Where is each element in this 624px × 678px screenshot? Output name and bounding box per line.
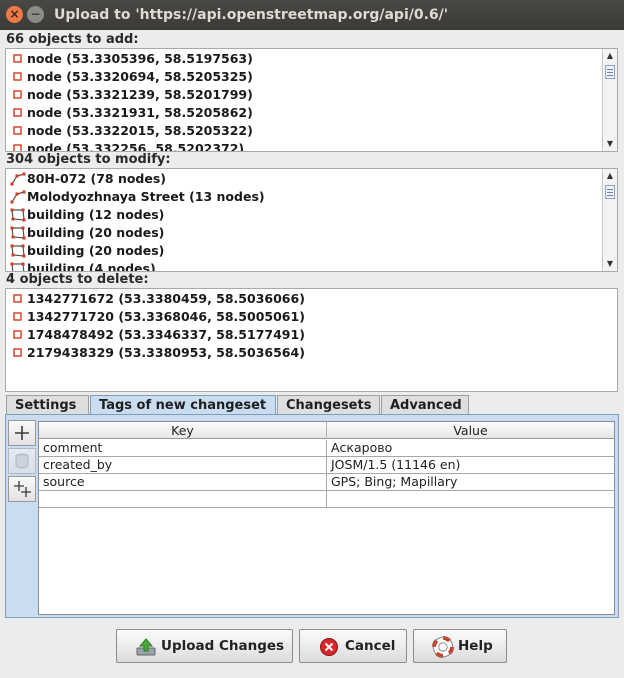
cancel-button[interactable]: Cancel	[299, 629, 407, 663]
list-item-label: node (53.3321239, 58.5201799)	[27, 87, 253, 102]
delete-list[interactable]: 1342771672 (53.3380459, 58.5036066) 1342…	[5, 288, 618, 392]
closed-way-icon	[10, 262, 26, 271]
table-header: Key Value	[39, 422, 614, 439]
tag-value-cell[interactable]	[327, 491, 614, 508]
table-row[interactable]: source GPS; Bing; Mapillary	[39, 474, 614, 491]
node-icon	[10, 142, 26, 151]
minimize-window-button[interactable]: −	[27, 6, 44, 23]
plus-icon	[15, 426, 29, 440]
tag-value-cell[interactable]: JOSM/1.5 (11146 en)	[327, 457, 614, 474]
tag-key-cell[interactable]: created_by	[39, 457, 327, 474]
node-icon	[10, 70, 26, 84]
tag-key-cell[interactable]	[39, 491, 327, 508]
node-icon	[10, 106, 26, 120]
window-title: Upload to 'https://api.openstreetmap.org…	[54, 7, 449, 23]
table-row[interactable]	[39, 491, 614, 508]
list-item-label: building (20 nodes)	[27, 225, 165, 240]
node-icon	[10, 124, 26, 138]
node-icon	[10, 52, 26, 66]
title-bar: × − Upload to 'https://api.openstreetmap…	[0, 0, 624, 30]
close-window-button[interactable]: ×	[6, 6, 23, 23]
modify-section-label: 304 objects to modify:	[6, 152, 171, 167]
tag-key-cell[interactable]: source	[39, 474, 327, 491]
scroll-down-arrow-icon[interactable]: ▼	[603, 258, 617, 270]
delete-tag-button[interactable]	[8, 448, 36, 474]
list-item-label: 80H-072 (78 nodes)	[27, 171, 167, 186]
list-item-label: Molodyozhnaya Street (13 nodes)	[27, 189, 265, 204]
tags-table[interactable]: Key Value comment Аскарово created_by JO…	[38, 421, 615, 615]
closed-way-icon	[10, 244, 26, 258]
closed-way-icon	[10, 208, 26, 222]
tab-advanced[interactable]: Advanced	[381, 395, 469, 415]
column-header-key[interactable]: Key	[39, 422, 327, 439]
list-item-label: 2179438329 (53.3380953, 58.5036564)	[27, 345, 305, 360]
node-icon	[10, 328, 26, 342]
node-icon	[10, 310, 26, 324]
column-header-value[interactable]: Value	[327, 422, 614, 439]
scrollbar-thumb[interactable]	[605, 65, 615, 79]
scrollbar-thumb[interactable]	[605, 185, 615, 199]
table-row[interactable]: created_by JOSM/1.5 (11146 en)	[39, 457, 614, 474]
tag-key-cell[interactable]: comment	[39, 440, 327, 457]
cancel-label: Cancel	[345, 638, 396, 654]
scroll-down-arrow-icon[interactable]: ▼	[603, 138, 617, 150]
node-icon	[10, 346, 26, 360]
tags-panel: Key Value comment Аскарово created_by JO…	[5, 414, 619, 618]
list-item-label: node (53.3322015, 58.5205322)	[27, 123, 253, 138]
node-icon	[10, 88, 26, 102]
add-tag-button[interactable]	[8, 420, 36, 446]
closed-way-icon	[10, 226, 26, 240]
upload-changes-label: Upload Changes	[161, 638, 285, 654]
table-row[interactable]: comment Аскарово	[39, 440, 614, 457]
list-item-label: building (4 nodes)	[27, 261, 156, 272]
add-list-scrollbar[interactable]: ▲ ▼	[602, 49, 617, 151]
tab-settings[interactable]: Settings	[6, 395, 89, 415]
tab-changesets[interactable]: Changesets	[277, 395, 380, 415]
modify-list[interactable]: 80H-072 (78 nodes) Molodyozhnaya Street …	[5, 168, 618, 272]
add-section-label: 66 objects to add:	[6, 32, 139, 47]
list-item-label: node (53.3305396, 58.5197563)	[27, 51, 253, 66]
add-list[interactable]: node (53.3305396, 58.5197563) node (53.3…	[5, 48, 618, 152]
modify-list-scrollbar[interactable]: ▲ ▼	[602, 169, 617, 271]
list-item-label: node (53.3321931, 58.5205862)	[27, 105, 253, 120]
way-icon	[10, 190, 26, 204]
tag-value-cell[interactable]: GPS; Bing; Mapillary	[327, 474, 614, 491]
scroll-up-arrow-icon[interactable]: ▲	[603, 170, 617, 182]
tag-value-cell[interactable]: Аскарово	[327, 440, 614, 457]
list-item-label: building (12 nodes)	[27, 207, 165, 222]
upload-changes-button[interactable]: Upload Changes	[116, 629, 293, 663]
list-item-label: node (53.3320694, 58.5205325)	[27, 69, 253, 84]
help-lifebuoy-icon	[432, 636, 454, 658]
list-item-label: 1342771720 (53.3368046, 58.5005061)	[27, 309, 305, 324]
help-label: Help	[458, 638, 493, 654]
node-icon	[10, 292, 26, 306]
way-icon	[10, 172, 26, 186]
trash-icon	[15, 453, 29, 469]
list-item-label: node (53.332256, 58.5202372)	[27, 141, 245, 152]
list-item-label: building (20 nodes)	[27, 243, 165, 258]
tab-tags-of-new-changeset[interactable]: Tags of new changeset	[90, 395, 276, 416]
help-button[interactable]: Help	[413, 629, 507, 663]
paste-tags-icon	[14, 481, 31, 497]
upload-icon	[136, 638, 156, 656]
list-item-label: 1342771672 (53.3380459, 58.5036066)	[27, 291, 305, 306]
scroll-up-arrow-icon[interactable]: ▲	[603, 50, 617, 62]
paste-tags-button[interactable]	[8, 476, 36, 502]
list-item-label: 1748478492 (53.3346337, 58.5177491)	[27, 327, 305, 342]
delete-section-label: 4 objects to delete:	[6, 272, 149, 287]
cancel-icon	[320, 638, 338, 656]
